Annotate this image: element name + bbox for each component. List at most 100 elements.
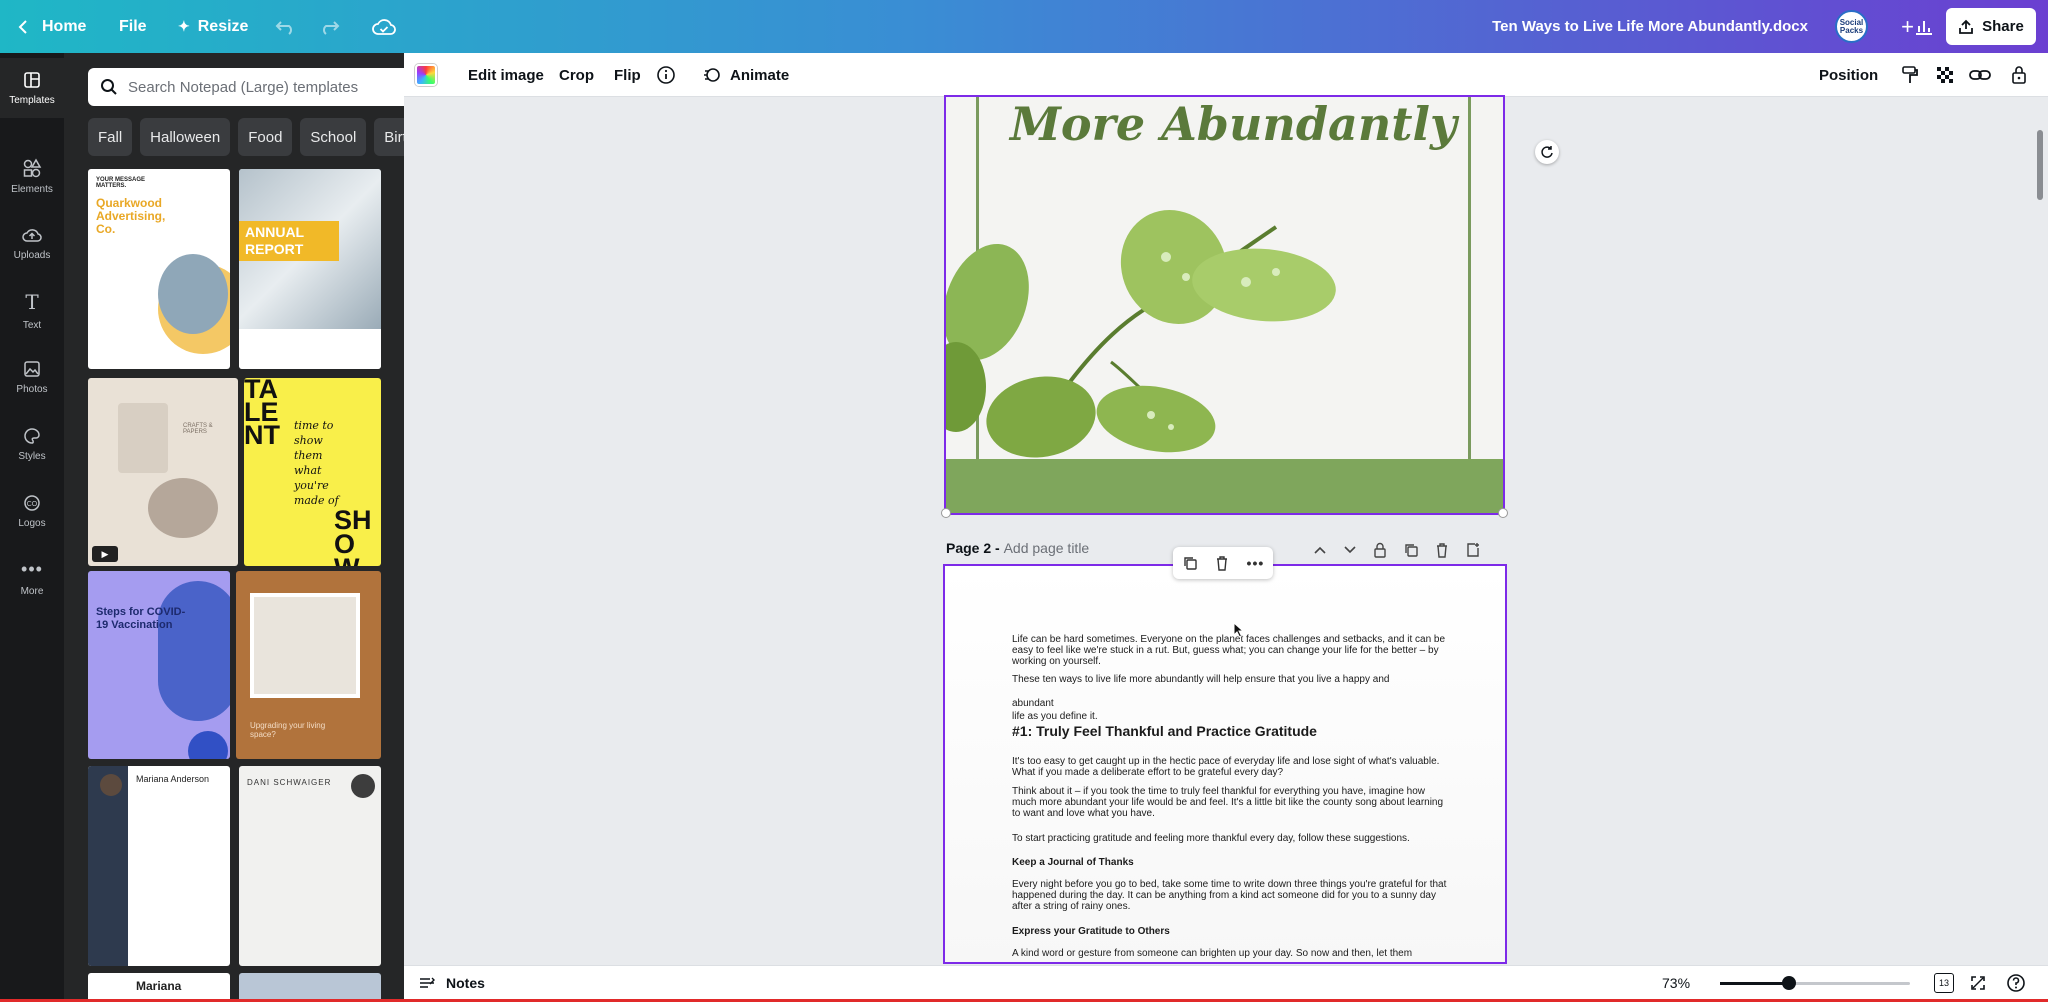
copy-style-button[interactable] [1901, 53, 1919, 97]
page-2-title-input[interactable]: Add page title [1004, 540, 1090, 556]
duplicate-icon[interactable] [1182, 555, 1198, 571]
template-card-talent[interactable]: TALENT time to show them what you're mad… [244, 378, 381, 566]
template-card-resume-dani[interactable]: DANI SCHWAIGER [239, 766, 381, 966]
template-blue-shape [158, 581, 230, 721]
page-2-paragraph[interactable]: To start practicing gratitude and feelin… [1012, 833, 1452, 844]
template-card-crafts[interactable]: CRAFTS & PAPERS ▶ [88, 378, 238, 566]
chevron-up-icon[interactable] [1313, 545, 1327, 555]
template-vase-image [118, 403, 168, 473]
page-2-paragraph[interactable]: Life can be hard sometimes. Everyone on … [1012, 634, 1452, 667]
bottom-bar: Notes 73% 13 [404, 965, 2048, 999]
page-2-paragraph[interactable]: These ten ways to live life more abundan… [1012, 674, 1452, 685]
crop-button[interactable]: Crop [559, 53, 594, 97]
transparency-button[interactable] [1936, 53, 1954, 97]
rail-label-more: More [20, 586, 44, 597]
page-2-paragraph[interactable]: Think about it – if you took the time to… [1012, 786, 1452, 819]
home-button[interactable]: Home [18, 0, 86, 53]
duplicate-page-icon[interactable] [1403, 542, 1419, 558]
template-script-text: time to show them what you're made of [294, 419, 339, 507]
rail-item-more[interactable]: ••• More [0, 548, 64, 608]
template-search-input[interactable]: Search Notepad (Large) templates [88, 68, 444, 106]
template-card-resume-mariana[interactable]: Mariana Anderson [88, 766, 230, 966]
page-2-paragraph[interactable]: It's too easy to get caught up in the he… [1012, 756, 1452, 778]
color-picker-button[interactable] [415, 53, 437, 97]
resize-label: Resize [197, 17, 249, 35]
template-avatar [100, 774, 122, 796]
chevron-down-icon[interactable] [1343, 545, 1357, 555]
info-button[interactable] [656, 53, 676, 97]
chip-school[interactable]: School [300, 118, 367, 156]
template-card-resume-mariana-2[interactable]: Mariana [88, 973, 230, 1002]
rotate-button[interactable] [1535, 140, 1559, 164]
template-title: Mariana [136, 979, 182, 993]
help-question-icon [2007, 974, 2025, 992]
undo-icon [275, 20, 292, 35]
resize-button[interactable]: ✦ Resize [178, 0, 248, 53]
page-2-paragraph[interactable]: A kind word or gesture from someone can … [1012, 948, 1452, 959]
resize-handle[interactable] [941, 508, 951, 518]
bar-chart-icon [1916, 20, 1932, 35]
rail-item-elements[interactable]: Elements [0, 146, 64, 206]
more-options-icon[interactable]: ••• [1247, 555, 1265, 571]
add-page-icon[interactable] [1465, 542, 1481, 558]
rail-label-templates: Templates [9, 94, 55, 106]
edit-image-button[interactable]: Edit image [468, 53, 544, 97]
resize-handle[interactable] [1498, 508, 1508, 518]
link-button[interactable] [1969, 53, 1991, 97]
insights-button[interactable] [1914, 0, 1934, 53]
chip-halloween[interactable]: Halloween [140, 118, 231, 156]
page-count-button[interactable]: 13 [1934, 973, 1954, 993]
rail-label-styles: Styles [18, 450, 46, 462]
page-2-paragraph[interactable]: life as you define it. [1012, 711, 1452, 722]
file-menu-button[interactable]: File [119, 0, 147, 53]
position-button[interactable]: Position [1819, 53, 1878, 97]
vertical-scrollbar[interactable] [2037, 130, 2043, 200]
template-card-living[interactable]: Upgrading your living space? [236, 571, 381, 759]
add-collaborator-button[interactable]: + [1901, 0, 1914, 53]
leaves-image[interactable] [946, 97, 1503, 513]
zoom-slider[interactable] [1720, 976, 1910, 990]
rail-item-logos[interactable]: CO Logos [0, 481, 64, 541]
cloud-save-button[interactable] [372, 0, 396, 53]
page-2-paragraph[interactable]: abundant [1012, 698, 1452, 709]
template-title: Steps for COVID-19 Vaccination [96, 606, 186, 631]
page-2-paragraph[interactable]: Every night before you go to bed, take s… [1012, 879, 1452, 912]
rail-item-photos[interactable]: Photos [0, 347, 64, 407]
rail-item-uploads[interactable]: Uploads [0, 213, 64, 273]
page-2-label[interactable]: Page 2 - Add page title [946, 540, 1089, 556]
template-card-covid[interactable]: Steps for COVID-19 Vaccination [88, 571, 230, 759]
lock-button[interactable] [2011, 53, 2027, 97]
rail-item-templates[interactable]: Templates [0, 58, 64, 118]
share-button[interactable]: Share [1946, 8, 2036, 45]
rail-item-styles[interactable]: Styles [0, 414, 64, 474]
animate-button[interactable]: Animate [702, 53, 789, 97]
flip-button[interactable]: Flip [614, 53, 641, 97]
template-card-annual-report[interactable]: ANNUAL REPORT [239, 169, 381, 369]
chevron-left-icon [18, 19, 27, 34]
chip-fall[interactable]: Fall [88, 118, 133, 156]
template-plant-image [158, 254, 228, 334]
page-2-heading[interactable]: #1: Truly Feel Thankful and Practice Gra… [1012, 724, 1452, 738]
trash-icon[interactable] [1435, 542, 1449, 558]
template-text: Upgrading your living space? [250, 721, 326, 739]
chip-food[interactable]: Food [238, 118, 293, 156]
help-button[interactable] [2006, 966, 2026, 1000]
fullscreen-button[interactable] [1970, 966, 1986, 1000]
page-1[interactable]: More Abundantly [944, 95, 1505, 515]
zoom-slider-knob[interactable] [1782, 976, 1796, 990]
template-card-blue[interactable] [239, 973, 381, 1002]
document-title[interactable]: Ten Ways to Live Life More Abundantly.do… [1492, 0, 1808, 53]
undo-button[interactable] [275, 0, 297, 53]
page-2-subheading[interactable]: Keep a Journal of Thanks [1012, 857, 1452, 868]
lock-icon[interactable] [1373, 542, 1387, 558]
template-card-quarkwood[interactable]: YOUR MESSAGE MATTERS. Quarkwood Advertis… [88, 169, 230, 369]
avatar[interactable]: Social Packs [1835, 10, 1868, 43]
redo-button[interactable] [318, 0, 340, 53]
notes-button[interactable]: Notes [418, 966, 485, 1000]
cloud-check-icon [372, 18, 396, 35]
page-2[interactable]: Life can be hard sometimes. Everyone on … [943, 564, 1507, 964]
zoom-readout[interactable]: 73% [1662, 966, 1690, 1000]
page-2-subheading[interactable]: Express your Gratitude to Others [1012, 926, 1452, 937]
trash-icon[interactable] [1215, 555, 1229, 571]
rail-item-text[interactable]: T Text [0, 280, 64, 340]
